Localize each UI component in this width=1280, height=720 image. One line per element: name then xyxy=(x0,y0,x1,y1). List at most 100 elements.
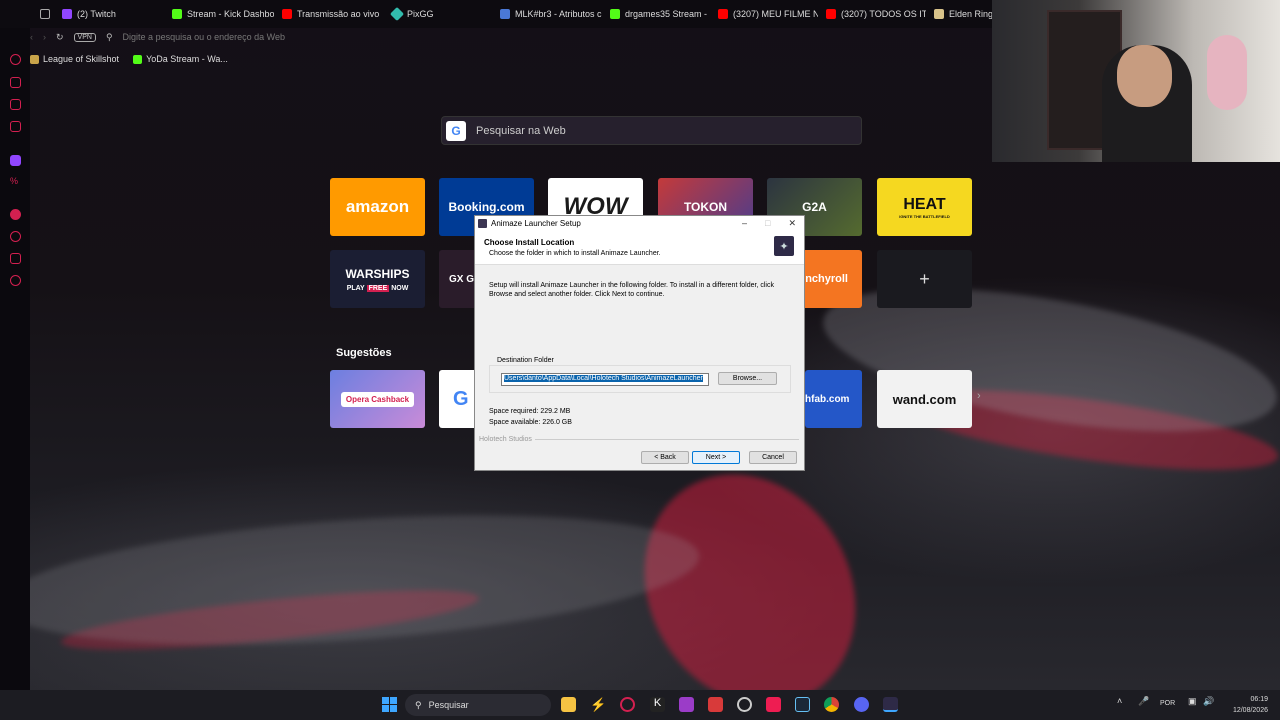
gaming-app-icon[interactable] xyxy=(679,697,694,712)
browse-button[interactable]: Browse... xyxy=(718,372,777,385)
speed-dial-amazon[interactable]: amazon xyxy=(330,178,425,236)
kick-icon xyxy=(133,54,143,64)
plus-icon: + xyxy=(919,268,930,289)
speed-dial-warships[interactable]: WARSHIPS PLAY FREE NOW xyxy=(330,250,425,308)
gx-corner-icon[interactable] xyxy=(10,77,21,88)
tab-elden-ring[interactable]: Elden Ring M xyxy=(926,0,992,28)
tab-pixgg[interactable]: PixGG xyxy=(384,0,492,28)
tab-mlk[interactable]: MLK#br3 - Atributos c xyxy=(492,0,602,28)
animaze-taskbar-icon[interactable] xyxy=(883,697,898,712)
mlk-icon xyxy=(500,9,510,19)
back-arrow-icon[interactable]: ‹ xyxy=(30,32,33,42)
kick-icon xyxy=(610,9,620,19)
opera-gx-icon[interactable] xyxy=(620,697,635,712)
volume-icon[interactable]: 🔊 xyxy=(1203,696,1214,707)
suggestion-opera-cashback[interactable]: Opera Cashback xyxy=(330,370,425,428)
bookmark-league-of-skillshot[interactable]: League of Skillshot xyxy=(30,54,119,64)
suggestion-wand[interactable]: wand.com xyxy=(877,370,972,428)
web-search-box[interactable]: G Pesquisar na Web xyxy=(441,116,862,145)
destination-path-input[interactable]: Users\danto\AppData\Local\Holotech Studi… xyxy=(501,373,709,386)
steam-icon[interactable] xyxy=(795,697,810,712)
obs-icon[interactable] xyxy=(737,697,752,712)
tab-bar: (2) Twitch Stream - Kick Dashbo Transmis… xyxy=(0,0,992,28)
extensions-icon[interactable] xyxy=(10,253,21,264)
twitch-sidebar-icon[interactable] xyxy=(10,121,21,132)
tab-drgames[interactable]: drgames35 Stream - xyxy=(602,0,710,28)
file-explorer-icon[interactable] xyxy=(561,697,576,712)
tray-chevron-icon[interactable]: ˄ xyxy=(1117,696,1122,706)
settings-gear-icon[interactable] xyxy=(10,275,21,286)
speed-dial-label: Booking.com xyxy=(448,200,525,214)
free-badge: FREE xyxy=(366,284,390,292)
dialog-header: Choose Install Location Choose the folde… xyxy=(475,231,804,265)
forward-arrow-icon[interactable]: › xyxy=(43,32,46,42)
plush-figure xyxy=(1207,35,1247,110)
reload-icon[interactable]: ↻ xyxy=(56,32,64,43)
tab-youtube-film[interactable]: (3207) MEU FILME N xyxy=(710,0,818,28)
tab-kick[interactable]: Stream - Kick Dashbo xyxy=(164,0,274,28)
discount-icon[interactable]: % xyxy=(10,176,21,187)
windows-start-icon[interactable] xyxy=(382,697,397,712)
next-button[interactable]: Next > xyxy=(692,451,740,464)
history-icon[interactable] xyxy=(10,231,21,242)
cancel-button[interactable]: Cancel xyxy=(749,451,797,464)
speed-dial-label: WARSHIPS xyxy=(345,266,410,281)
suggestions-title: Sugestões xyxy=(336,347,392,359)
dialog-titlebar[interactable]: Animaze Launcher Setup – □ ✕ xyxy=(475,216,804,231)
heat-tagline: IGNITE THE BATTLEFIELD xyxy=(899,213,950,219)
chrome-icon[interactable] xyxy=(824,697,839,712)
language-indicator[interactable]: POR xyxy=(1160,700,1175,707)
tab-twitch[interactable]: (2) Twitch xyxy=(54,0,164,28)
tab-youtube-live[interactable]: Transmissão ao vivo xyxy=(274,0,384,28)
speed-dial-label: TOKON xyxy=(683,200,728,214)
now-text: NOW xyxy=(391,284,409,292)
discord-icon[interactable] xyxy=(854,697,869,712)
play-text: PLAY xyxy=(346,284,365,292)
tab-youtube-items[interactable]: (3207) TODOS OS IT xyxy=(818,0,926,28)
tab-label: (2) Twitch xyxy=(77,9,116,19)
taskbar-search-placeholder: Pesquisar xyxy=(428,700,469,710)
microphone-icon[interactable]: 🎤 xyxy=(1138,696,1149,707)
gx-control-icon[interactable] xyxy=(10,54,21,65)
add-speed-dial-button[interactable]: + xyxy=(877,250,972,308)
speed-dial-label: amazon xyxy=(345,197,410,216)
music-icon[interactable] xyxy=(10,209,21,220)
clock[interactable]: 06:19 12/08/2026 xyxy=(1226,694,1268,716)
dialog-title: Animaze Launcher Setup xyxy=(491,219,581,228)
red-app-icon[interactable] xyxy=(708,697,723,712)
speed-dial-label: hfab.com xyxy=(805,393,850,405)
taskbar-search[interactable]: ⚲ Pesquisar xyxy=(405,694,551,716)
speed-dial-heat[interactable]: HEAT IGNITE THE BATTLEFIELD xyxy=(877,178,972,236)
destination-group-label: Destination Folder xyxy=(495,357,556,364)
suggestions-next-arrow-icon[interactable]: › xyxy=(977,390,981,402)
search-icon: ⚲ xyxy=(105,31,113,42)
close-icon[interactable]: ✕ xyxy=(788,218,796,229)
back-button[interactable]: < Back xyxy=(641,451,689,464)
search-placeholder: Pesquisar na Web xyxy=(476,124,566,137)
tab-islands-icon[interactable] xyxy=(32,0,54,28)
player-icon[interactable] xyxy=(10,99,21,110)
tab-menu-icon xyxy=(40,9,50,19)
tiktok-icon[interactable] xyxy=(766,697,781,712)
taskbar xyxy=(0,690,1280,720)
tab-label: PixGG xyxy=(407,9,434,19)
vpn-badge[interactable]: VPN xyxy=(73,32,96,42)
kick-taskbar-icon[interactable]: K xyxy=(650,697,665,712)
messenger-icon[interactable] xyxy=(10,155,21,166)
lightning-app-icon[interactable]: ⚡ xyxy=(590,697,606,712)
suggestion-sketchfab[interactable]: hfab.com xyxy=(805,370,862,428)
install-instructions: Setup will install Animaze Launcher in t… xyxy=(489,282,774,298)
brand-label: Holotech Studios xyxy=(479,436,532,443)
speed-dial-label: G xyxy=(453,387,469,410)
kick-icon xyxy=(172,9,182,19)
bookmark-favicon-icon xyxy=(30,54,39,64)
space-available: Space available: 226.0 GB xyxy=(489,419,572,426)
address-input[interactable]: Digite a pesquisa ou o endereço da Web xyxy=(123,32,285,42)
google-icon: G xyxy=(446,120,466,141)
network-icon[interactable]: ▣ xyxy=(1188,696,1197,707)
speed-dial-label: HEAT xyxy=(903,195,946,213)
destination-path-text: Users\danto\AppData\Local\Holotech Studi… xyxy=(504,375,703,382)
minimize-icon[interactable]: – xyxy=(742,218,747,229)
bookmark-yoda-stream[interactable]: YoDa Stream - Wa... xyxy=(133,54,228,64)
maximize-icon: □ xyxy=(765,218,771,228)
